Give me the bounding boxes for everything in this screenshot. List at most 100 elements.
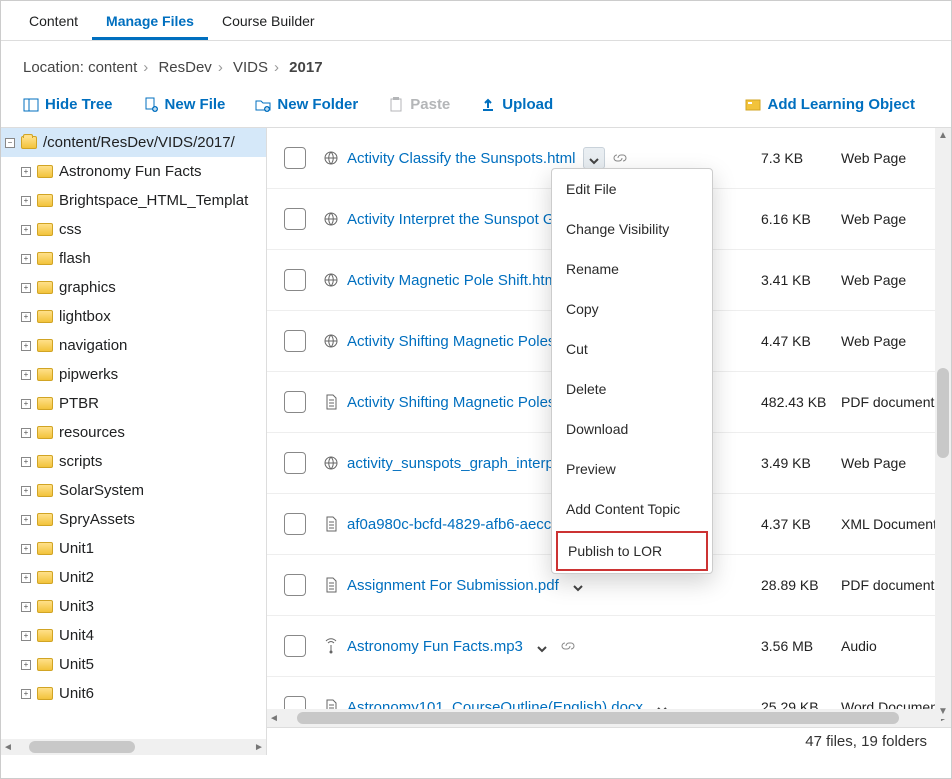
tree-folder-item[interactable]: +css <box>1 215 266 244</box>
expand-icon[interactable]: + <box>21 341 31 351</box>
tree-folder-item[interactable]: +SpryAssets <box>1 505 266 534</box>
new-folder-button[interactable]: New Folder <box>247 92 366 117</box>
file-link[interactable]: Assignment For Submission.pdf <box>347 577 559 594</box>
expand-icon[interactable]: + <box>21 457 31 467</box>
tab-course-builder[interactable]: Course Builder <box>208 7 329 40</box>
tree-folder-item[interactable]: +Unit2 <box>1 563 266 592</box>
scroll-thumb[interactable] <box>297 712 899 724</box>
file-link[interactable]: Activity Shifting Magnetic Poles.ht <box>347 333 572 350</box>
collapse-icon[interactable]: − <box>5 138 15 148</box>
tree-folder-item[interactable]: +navigation <box>1 331 266 360</box>
globe-icon <box>323 455 339 471</box>
menu-item-delete[interactable]: Delete <box>552 369 712 409</box>
tree-folder-item[interactable]: +pipwerks <box>1 360 266 389</box>
expand-icon[interactable]: + <box>21 196 31 206</box>
tree-root[interactable]: − /content/ResDev/VIDS/2017/ <box>1 128 266 157</box>
tree-folder-item[interactable]: +SolarSystem <box>1 476 266 505</box>
tree-h-scrollbar[interactable]: ◄ ► <box>1 739 266 755</box>
tree-folder-item[interactable]: +PTBR <box>1 389 266 418</box>
expand-icon[interactable]: + <box>21 283 31 293</box>
menu-item-rename[interactable]: Rename <box>552 249 712 289</box>
breadcrumb-segment[interactable]: ResDev <box>158 59 211 76</box>
file-link[interactable]: Astronomy101_CourseOutline(English).docx <box>347 699 643 710</box>
tree-folder-item[interactable]: +Brightspace_HTML_Templat <box>1 186 266 215</box>
row-actions-dropdown[interactable] <box>583 147 605 169</box>
tree-folder-item[interactable]: +Unit1 <box>1 534 266 563</box>
menu-item-cut[interactable]: Cut <box>552 329 712 369</box>
tree-folder-item[interactable]: +Unit3 <box>1 592 266 621</box>
expand-icon[interactable]: + <box>21 631 31 641</box>
file-link[interactable]: Astronomy Fun Facts.mp3 <box>347 638 523 655</box>
row-checkbox[interactable] <box>284 391 306 413</box>
scroll-left-icon[interactable]: ◄ <box>267 713 281 724</box>
scroll-thumb[interactable] <box>937 368 949 458</box>
expand-icon[interactable]: + <box>21 515 31 525</box>
scroll-up-icon[interactable]: ▲ <box>935 130 951 141</box>
expand-icon[interactable]: + <box>21 689 31 699</box>
tree-folder-item[interactable]: + Unit6 <box>1 679 266 708</box>
expand-icon[interactable]: + <box>21 428 31 438</box>
expand-icon[interactable]: + <box>21 660 31 670</box>
tree-folder-item[interactable]: +scripts <box>1 447 266 476</box>
expand-icon[interactable]: + <box>21 486 31 496</box>
row-checkbox[interactable] <box>284 147 306 169</box>
folder-label: Unit4 <box>59 627 94 644</box>
tree-folder-item[interactable]: + Unit4 <box>1 621 266 650</box>
expand-icon[interactable]: + <box>21 602 31 612</box>
add-learning-object-button[interactable]: Add Learning Object <box>737 92 923 117</box>
expand-icon[interactable]: + <box>21 399 31 409</box>
breadcrumb-segment[interactable]: content <box>88 59 137 76</box>
expand-icon[interactable]: + <box>21 167 31 177</box>
row-actions-dropdown[interactable] <box>567 574 589 596</box>
row-checkbox[interactable] <box>284 574 306 596</box>
file-link[interactable]: Activity Classify the Sunspots.html <box>347 150 575 167</box>
tree-folder-item[interactable]: +Unit5 <box>1 650 266 679</box>
files-v-scrollbar[interactable]: ▲ ▼ <box>935 128 951 719</box>
tree-folder-item[interactable]: +flash <box>1 244 266 273</box>
files-h-scrollbar[interactable]: ◄ ► <box>267 709 951 727</box>
scroll-thumb[interactable] <box>29 741 135 753</box>
menu-item-download[interactable]: Download <box>552 409 712 449</box>
row-actions-dropdown[interactable] <box>651 696 673 709</box>
file-link[interactable]: activity_sunspots_graph_interpret. <box>347 455 575 472</box>
row-checkbox[interactable] <box>284 635 306 657</box>
expand-icon[interactable]: + <box>21 573 31 583</box>
tree-folder-item[interactable]: +graphics <box>1 273 266 302</box>
scroll-right-icon[interactable]: ► <box>252 742 266 753</box>
tab-content[interactable]: Content <box>15 7 92 40</box>
row-checkbox[interactable] <box>284 269 306 291</box>
file-link[interactable]: af0a980c-bcfd-4829-afb6-aecca78 <box>347 516 576 533</box>
row-checkbox[interactable] <box>284 696 306 709</box>
scroll-down-icon[interactable]: ▼ <box>935 706 951 717</box>
menu-item-copy[interactable]: Copy <box>552 289 712 329</box>
expand-icon[interactable]: + <box>21 370 31 380</box>
menu-item-preview[interactable]: Preview <box>552 449 712 489</box>
menu-item-publish-to-lor[interactable]: Publish to LOR <box>556 531 708 571</box>
file-link[interactable]: Activity Magnetic Pole Shift.html <box>347 272 560 289</box>
folder-label: Unit6 <box>59 685 94 702</box>
row-checkbox[interactable] <box>284 452 306 474</box>
new-file-button[interactable]: New File <box>135 92 234 117</box>
row-actions-dropdown[interactable] <box>531 635 553 657</box>
menu-item-change-visibility[interactable]: Change Visibility <box>552 209 712 249</box>
expand-icon[interactable]: + <box>21 254 31 264</box>
row-checkbox[interactable] <box>284 330 306 352</box>
menu-item-edit-file[interactable]: Edit File <box>552 169 712 209</box>
row-checkbox[interactable] <box>284 208 306 230</box>
row-checkbox[interactable] <box>284 513 306 535</box>
file-link[interactable]: Activity Interpret the Sunspot Grap <box>347 211 576 228</box>
tree-folder-item[interactable]: +resources <box>1 418 266 447</box>
breadcrumb-segment[interactable]: VIDS <box>233 59 268 76</box>
tree-folder-item[interactable]: +lightbox <box>1 302 266 331</box>
expand-icon[interactable]: + <box>21 225 31 235</box>
file-link[interactable]: Activity Shifting Magnetic Poles.pd <box>347 394 576 411</box>
hide-tree-button[interactable]: Hide Tree <box>15 92 121 117</box>
menu-item-add-content-topic[interactable]: Add Content Topic <box>552 489 712 529</box>
breadcrumb-segment[interactable]: 2017 <box>289 59 322 76</box>
tree-folder-item[interactable]: +Astronomy Fun Facts <box>1 157 266 186</box>
scroll-left-icon[interactable]: ◄ <box>1 742 15 753</box>
expand-icon[interactable]: + <box>21 544 31 554</box>
upload-button[interactable]: Upload <box>472 92 561 117</box>
tab-manage-files[interactable]: Manage Files <box>92 7 208 40</box>
expand-icon[interactable]: + <box>21 312 31 322</box>
